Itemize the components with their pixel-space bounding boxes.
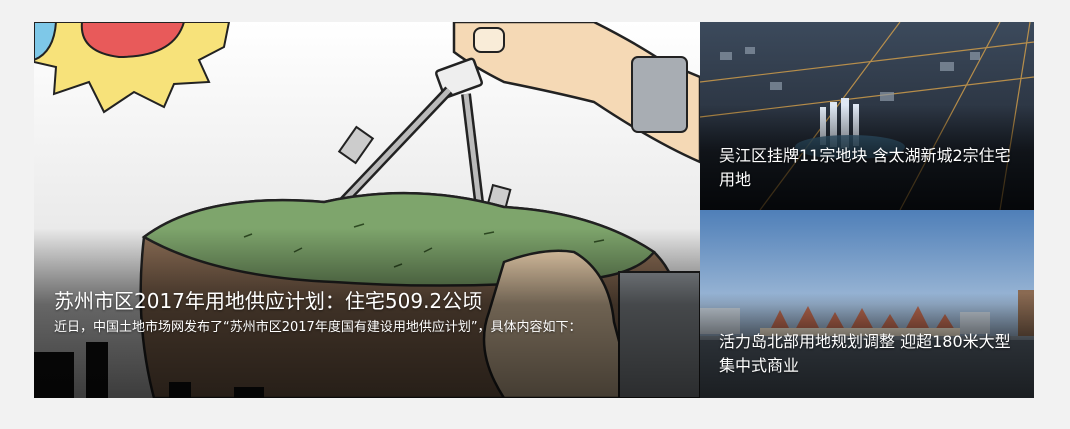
- featured-story-card[interactable]: 苏州市区2017年用地供应计划：住宅509.2公顷 近日，中国土地市场网发布了“…: [34, 22, 700, 398]
- news-carousel: 苏州市区2017年用地供应计划：住宅509.2公顷 近日，中国土地市场网发布了“…: [34, 22, 1034, 398]
- side-story-title[interactable]: 活力岛北部用地规划调整 迎超180米大型集中式商业: [719, 330, 1019, 378]
- featured-story-summary: 近日，中国土地市场网发布了“苏州市区2017年度国有建设用地供应计划”，具体内容…: [54, 320, 582, 335]
- featured-story-title[interactable]: 苏州市区2017年用地供应计划：住宅509.2公顷: [54, 287, 684, 315]
- side-story-card[interactable]: 活力岛北部用地规划调整 迎超180米大型集中式商业: [700, 210, 1034, 398]
- side-story-card[interactable]: 吴江区挂牌11宗地块 含太湖新城2宗住宅用地: [700, 22, 1034, 210]
- side-story-title[interactable]: 吴江区挂牌11宗地块 含太湖新城2宗住宅用地: [719, 144, 1019, 192]
